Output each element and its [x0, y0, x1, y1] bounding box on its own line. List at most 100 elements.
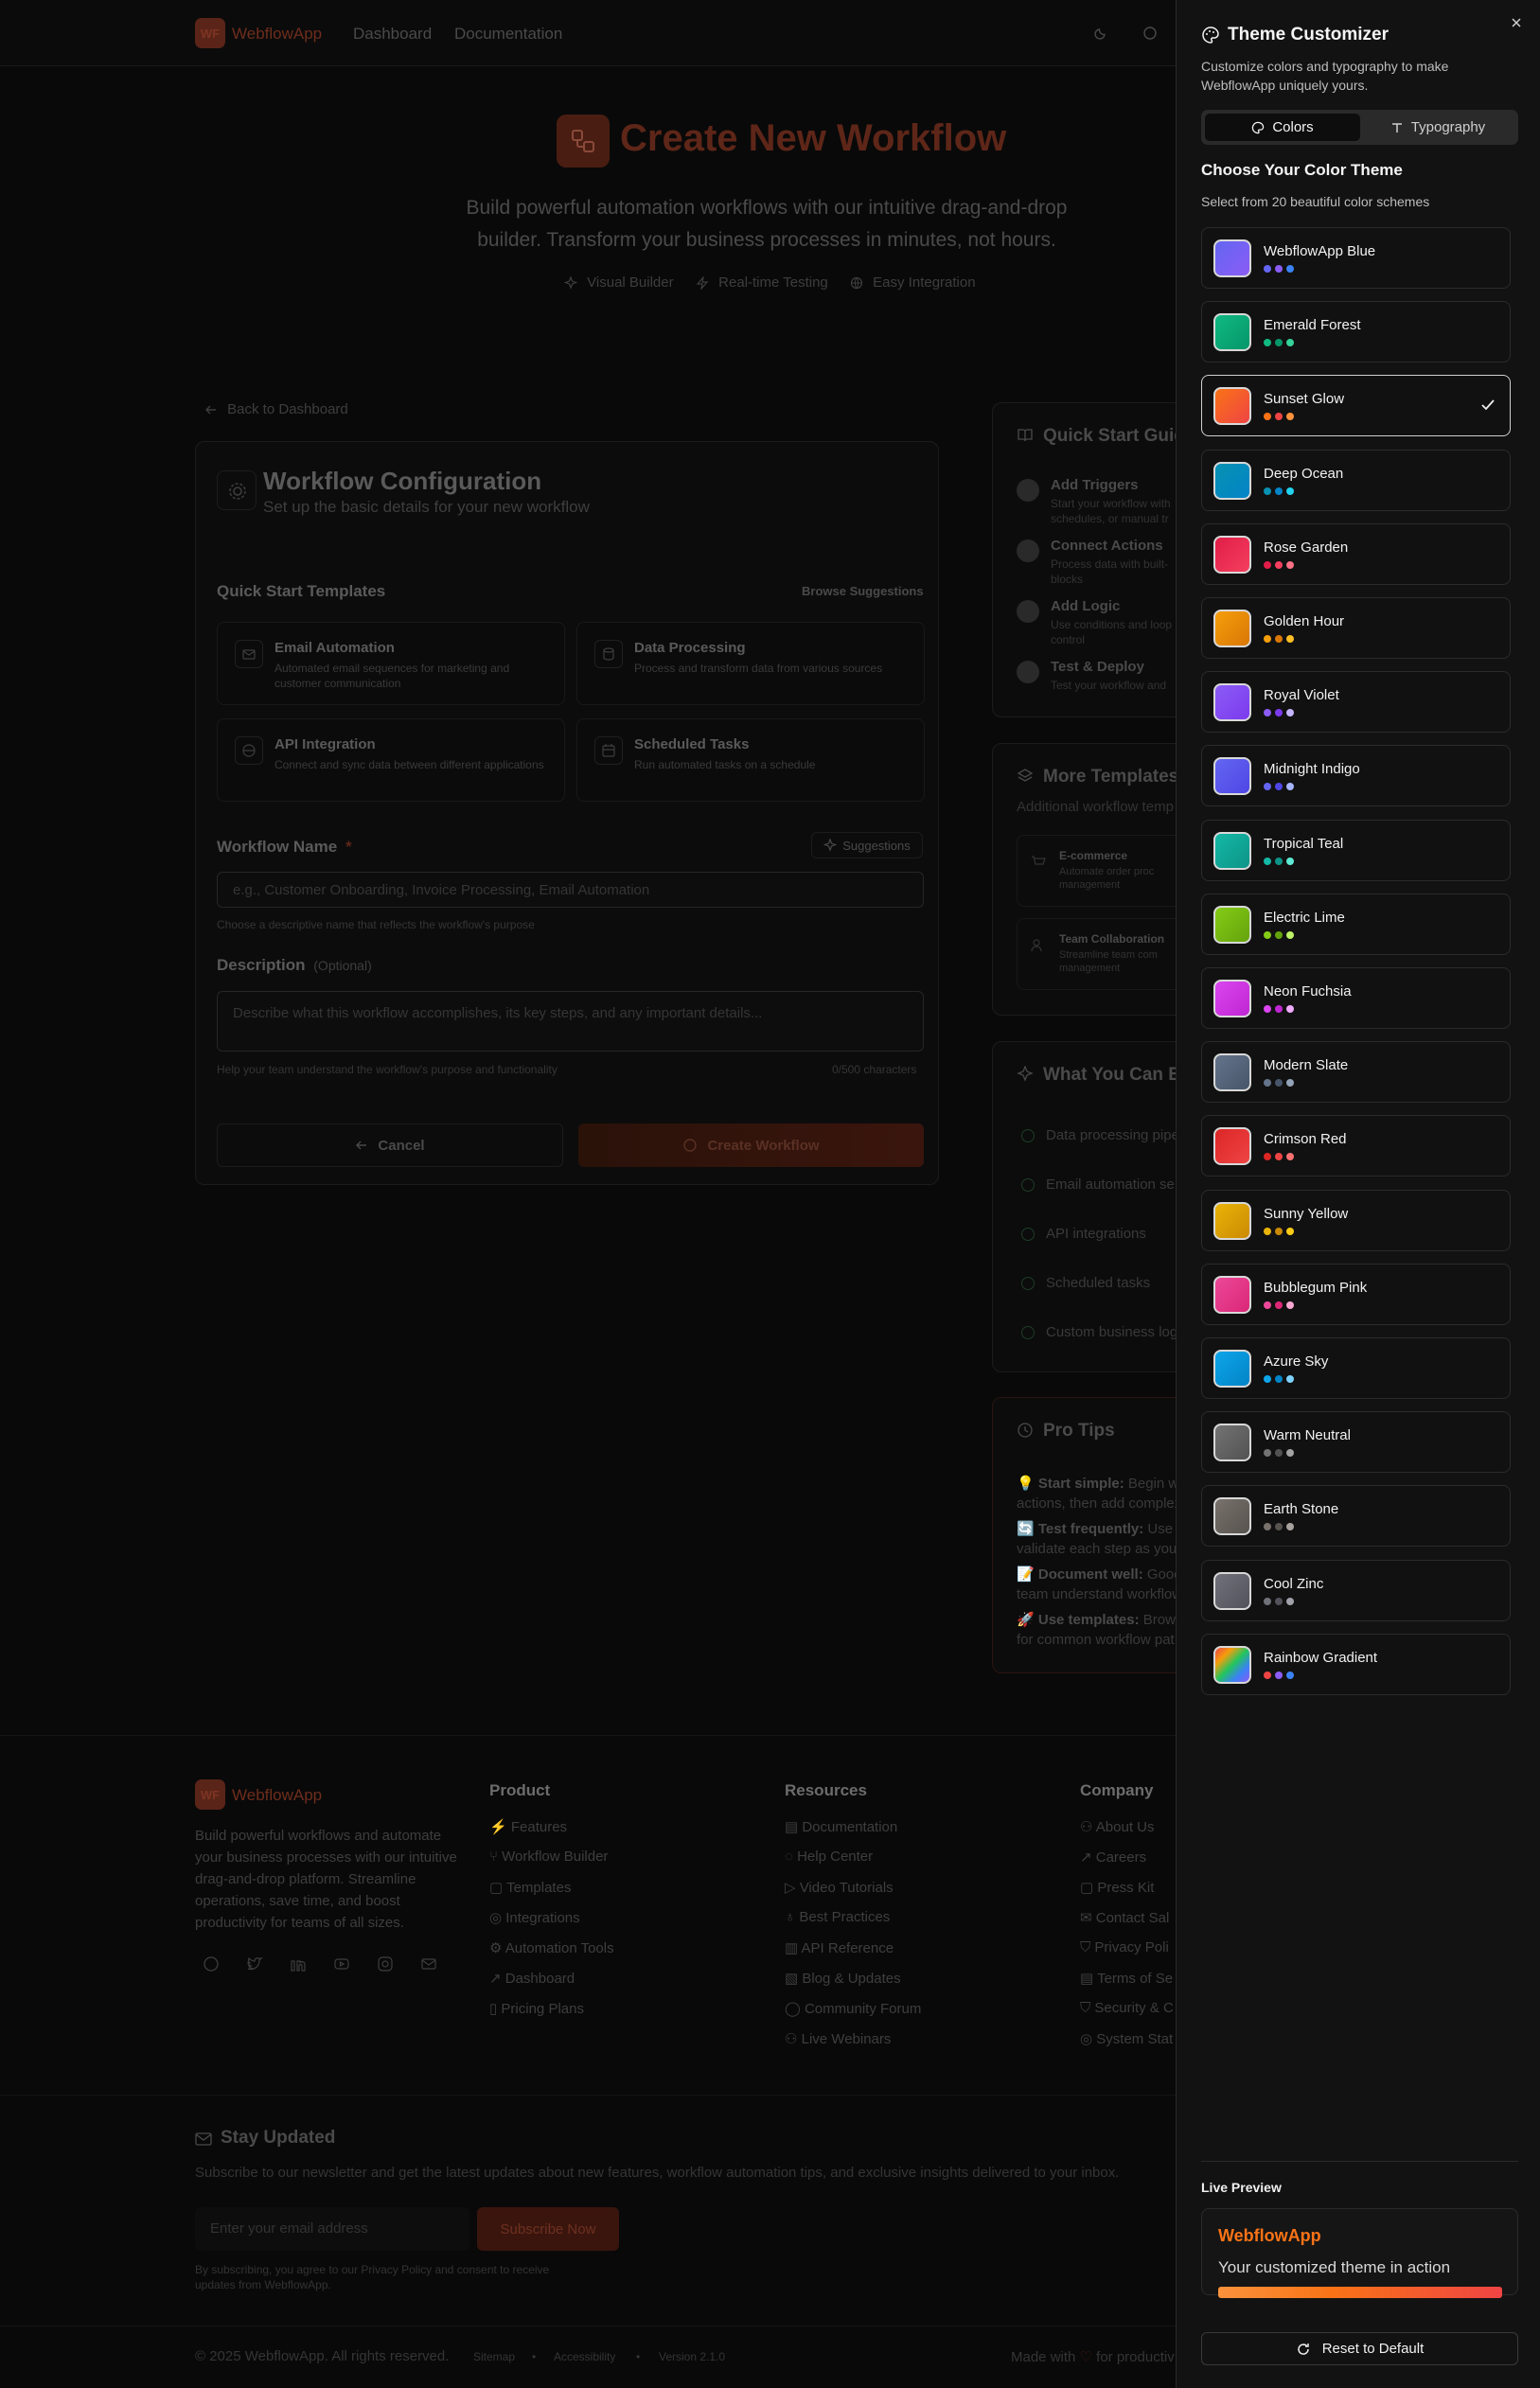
tab-typography[interactable]: Typography	[1360, 114, 1515, 141]
theme-color-dots	[1264, 1375, 1294, 1383]
create-workflow-button[interactable]: Create Workflow	[578, 1123, 924, 1167]
mail-icon[interactable]	[420, 1955, 437, 1972]
footer-link[interactable]: ▯ Pricing Plans	[489, 2000, 584, 2017]
color-dot	[1286, 1301, 1294, 1309]
theme-option-earth-stone[interactable]: Earth Stone	[1201, 1485, 1511, 1547]
instagram-icon[interactable]	[377, 1955, 394, 1972]
newsletter-email-input[interactable]: Enter your email address	[195, 2207, 469, 2251]
theme-option-azure-sky[interactable]: Azure Sky	[1201, 1337, 1511, 1399]
footer-link[interactable]: ▥ API Reference	[785, 1939, 894, 1956]
theme-swatch	[1213, 239, 1251, 277]
theme-option-golden-hour[interactable]: Golden Hour	[1201, 597, 1511, 659]
footer-link[interactable]: ↗ Careers	[1080, 1848, 1146, 1866]
footer-link[interactable]: ▤ Terms of Se	[1080, 1970, 1173, 1987]
tip-item: 📝 Document well: Good team understand wor…	[1017, 1566, 1183, 1602]
footer-link[interactable]: ▢ Press Kit	[1080, 1879, 1154, 1896]
theme-option-cool-zinc[interactable]: Cool Zinc	[1201, 1560, 1511, 1621]
workflow-name-input[interactable]: e.g., Customer Onboarding, Invoice Proce…	[217, 872, 924, 908]
template-scheduled-tasks[interactable]: Scheduled Tasks Run automated tasks on a…	[576, 718, 925, 802]
footer-link[interactable]: ⛉ Security & C	[1080, 2000, 1174, 2016]
suggestions-button[interactable]: Suggestions	[811, 832, 923, 858]
theme-option-emerald-forest[interactable]: Emerald Forest	[1201, 301, 1511, 363]
reset-to-default-button[interactable]: Reset to Default	[1201, 2332, 1518, 2365]
footer-link[interactable]: ◎ Integrations	[489, 1909, 580, 1926]
theme-option-webflowapp-blue[interactable]: WebflowApp Blue	[1201, 227, 1511, 289]
theme-option-sunny-yellow[interactable]: Sunny Yellow	[1201, 1190, 1511, 1251]
theme-swatch	[1213, 1497, 1251, 1535]
footer-link[interactable]: ⑂ Workflow Builder	[489, 1848, 608, 1865]
template-data-processing[interactable]: Data Processing Process and transform da…	[576, 622, 925, 705]
twitter-icon[interactable]	[246, 1955, 263, 1972]
footer-link[interactable]: ▧ Blog & Updates	[785, 1970, 901, 1987]
theme-option-midnight-indigo[interactable]: Midnight Indigo	[1201, 745, 1511, 806]
footer-link[interactable]: ⚇ Live Webinars	[785, 2030, 891, 2047]
theme-option-warm-neutral[interactable]: Warm Neutral	[1201, 1411, 1511, 1473]
footer-brand[interactable]: WebflowApp	[232, 1786, 322, 1805]
color-dot	[1275, 265, 1283, 273]
theme-color-dots	[1264, 487, 1294, 495]
youtube-icon[interactable]	[333, 1955, 350, 1972]
theme-option-royal-violet[interactable]: Royal Violet	[1201, 671, 1511, 733]
color-dot	[1286, 635, 1294, 643]
github-icon[interactable]	[203, 1955, 220, 1972]
footer-link[interactable]: ◎ System Stat	[1080, 2030, 1173, 2047]
theme-option-deep-ocean[interactable]: Deep Ocean	[1201, 450, 1511, 511]
newsletter-consent: By subscribing, you agree to our Privacy…	[195, 2263, 550, 2291]
footer-link[interactable]: ▤ Documentation	[785, 1818, 897, 1835]
logo-icon[interactable]: WF	[195, 18, 225, 48]
footer-link[interactable]: ♁ Best Practices	[785, 1909, 890, 1925]
footer-logo-icon[interactable]: WF	[195, 1779, 225, 1810]
users-icon	[1031, 939, 1042, 952]
close-icon[interactable]	[1510, 16, 1523, 29]
back-to-dashboard-link[interactable]: Back to Dashboard	[204, 401, 348, 417]
palette-icon[interactable]	[1142, 26, 1158, 41]
theme-color-dots	[1264, 561, 1294, 569]
color-dot	[1275, 1672, 1283, 1679]
theme-option-bubblegum-pink[interactable]: Bubblegum Pink	[1201, 1264, 1511, 1325]
footer-bottom-link[interactable]: Sitemap	[473, 2350, 515, 2363]
footer-bottom-link[interactable]: Accessibility	[554, 2350, 615, 2363]
templates-heading: Quick Start Templates	[217, 582, 386, 600]
brand-name[interactable]: WebflowApp	[232, 25, 322, 44]
footer-link[interactable]: ⛉ Privacy Poli	[1080, 1939, 1169, 1955]
color-dot	[1275, 635, 1283, 643]
linkedin-icon[interactable]	[290, 1955, 307, 1972]
subscribe-button[interactable]: Subscribe Now	[477, 2207, 619, 2251]
theme-option-electric-lime[interactable]: Electric Lime	[1201, 893, 1511, 955]
theme-swatch	[1213, 683, 1251, 721]
theme-option-neon-fuchsia[interactable]: Neon Fuchsia	[1201, 967, 1511, 1029]
footer-link[interactable]: ✉ Contact Sal	[1080, 1909, 1169, 1926]
footer-link[interactable]: ◯ Community Forum	[785, 2000, 921, 2017]
theme-option-crimson-red[interactable]: Crimson Red	[1201, 1115, 1511, 1176]
live-preview-label: Live Preview	[1201, 2180, 1282, 2195]
footer-link[interactable]: ↗ Dashboard	[489, 1970, 575, 1987]
browse-suggestions-button[interactable]: Browse Suggestions	[802, 584, 924, 598]
template-api-integration[interactable]: API Integration Connect and sync data be…	[217, 718, 565, 802]
color-dot	[1275, 487, 1283, 495]
footer-link[interactable]: ⚡ Features	[489, 1818, 567, 1835]
cancel-button[interactable]: Cancel	[217, 1123, 563, 1167]
theme-option-modern-slate[interactable]: Modern Slate	[1201, 1041, 1511, 1103]
tab-colors[interactable]: Colors	[1205, 114, 1360, 141]
theme-color-dots	[1264, 1079, 1294, 1087]
description-textarea[interactable]: Describe what this workflow accomplishes…	[217, 991, 924, 1052]
footer-link[interactable]: ▷ Video Tutorials	[785, 1879, 894, 1896]
nav-link-documentation[interactable]: Documentation	[454, 25, 562, 44]
theme-option-sunset-glow[interactable]: Sunset Glow	[1201, 375, 1511, 436]
footer-link[interactable]: ▢ Templates	[489, 1879, 571, 1896]
color-dot	[1264, 858, 1271, 865]
footer-link[interactable]: ⚇ About Us	[1080, 1818, 1155, 1835]
template-email-automation[interactable]: Email Automation Automated email sequenc…	[217, 622, 565, 705]
theme-option-rose-garden[interactable]: Rose Garden	[1201, 523, 1511, 585]
sparkles-icon	[823, 839, 838, 852]
footer-link[interactable]: ⚙ Automation Tools	[489, 1939, 614, 1956]
theme-option-rainbow-gradient[interactable]: Rainbow Gradient	[1201, 1634, 1511, 1695]
footer-col-product-title: Product	[489, 1781, 551, 1799]
heart-icon: ♡	[1079, 2349, 1092, 2365]
footer-link[interactable]: ◌ Help Center	[785, 1848, 873, 1865]
theme-customizer-panel: Theme Customizer Customize colors and ty…	[1176, 0, 1540, 2388]
moon-icon[interactable]	[1093, 26, 1108, 41]
theme-option-tropical-teal[interactable]: Tropical Teal	[1201, 820, 1511, 881]
nav-link-dashboard[interactable]: Dashboard	[353, 25, 432, 44]
refresh-icon	[1298, 2343, 1309, 2355]
